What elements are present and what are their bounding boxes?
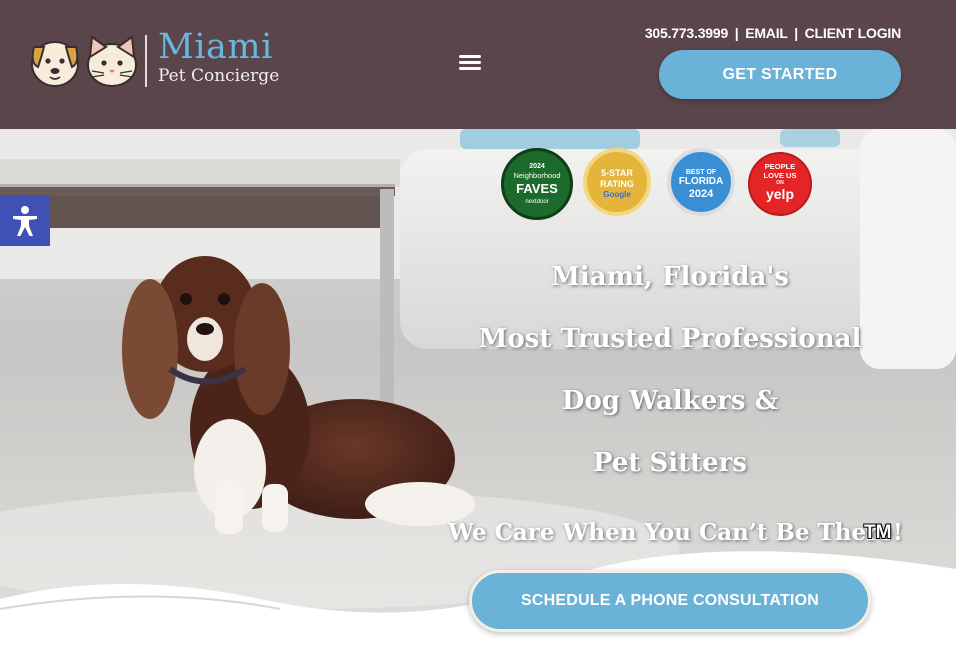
hero-section: 2024 Neighborhood FAVES nextdoor 5-STAR … [0, 129, 956, 662]
headline-line: Pet Sitters [592, 448, 747, 478]
get-started-button[interactable]: GET STARTED [659, 50, 901, 99]
headline-line: Dog Walkers & [561, 386, 779, 416]
accessibility-toolbar-button[interactable] [0, 195, 50, 246]
link-separator: | [794, 25, 798, 41]
badge-text: nextdoor [525, 199, 549, 205]
email-link[interactable]: EMAIL [745, 25, 788, 41]
badge-text: 5-STAR [601, 168, 633, 178]
phone-link[interactable]: 305.773.3999 [645, 25, 728, 41]
badge-text: FAVES [516, 181, 558, 196]
site-logo[interactable]: Miami Pet Concierge [28, 27, 288, 91]
dog-and-cat-logo-icon [31, 35, 137, 87]
logo-divider [145, 35, 147, 87]
badge-text: 2024 [529, 163, 545, 170]
badge-text: Google [603, 190, 631, 199]
award-badges: 2024 Neighborhood FAVES nextdoor 5-STAR … [501, 148, 821, 222]
google-5-star-badge: 5-STAR RATING Google [583, 148, 651, 216]
badge-text: RATING [600, 179, 634, 189]
link-separator: | [734, 25, 739, 41]
badge-text: yelp [765, 186, 794, 202]
headline-line: Most Trusted Professional [478, 324, 862, 354]
hero-headline: Miami, Florida's Most Trusted Profession… [470, 257, 870, 505]
nextdoor-badge: 2024 Neighborhood FAVES nextdoor [501, 148, 573, 220]
headline-line: Miami, Florida's [551, 262, 789, 292]
site-header: Miami Pet Concierge 305.773.3999 | EMAIL… [0, 0, 956, 129]
badge-text: LOVE US [763, 171, 797, 180]
badge-text: FLORIDA [678, 176, 724, 187]
best-of-florida-badge: BEST OF FLORIDA 2024 [667, 148, 735, 216]
badge-text: Neighborhood [513, 171, 561, 180]
hero-tagline: We Care When You Can’t Be There! [448, 519, 903, 546]
badge-text: PEOPLE [764, 162, 796, 171]
badge-text: 2024 [688, 188, 714, 200]
hamburger-menu-icon[interactable] [459, 55, 481, 71]
trademark-symbol: TM [864, 522, 892, 543]
yelp-badge: PEOPLE LOVE US ON yelp [748, 152, 812, 216]
schedule-consultation-button[interactable]: SCHEDULE A PHONE CONSULTATION [469, 570, 871, 632]
logo-title: Miami [158, 27, 273, 67]
client-login-link[interactable]: CLIENT LOGIN [805, 25, 902, 41]
accessibility-icon [13, 205, 37, 236]
top-contact-links: 305.773.3999 | EMAIL | CLIENT LOGIN [645, 25, 901, 41]
logo-subtitle: Pet Concierge [158, 66, 280, 86]
